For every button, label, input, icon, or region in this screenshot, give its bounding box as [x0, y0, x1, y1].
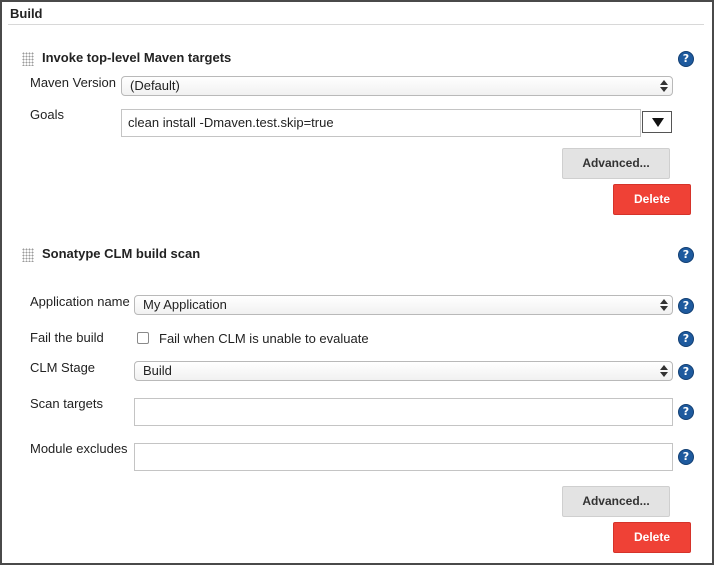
help-icon[interactable]: ?: [678, 404, 694, 420]
help-icon[interactable]: ?: [678, 298, 694, 314]
fail-build-checkbox[interactable]: [137, 332, 149, 344]
clm-advanced-button[interactable]: Advanced...: [562, 486, 670, 517]
application-name-select[interactable]: My Application: [134, 295, 673, 315]
section-title: Build: [10, 6, 43, 21]
maven-advanced-button[interactable]: Advanced...: [562, 148, 670, 179]
fail-build-checkbox-label[interactable]: Fail when CLM is unable to evaluate: [159, 331, 369, 346]
application-name-label: Application name: [30, 294, 130, 309]
clm-stage-value: Build: [143, 363, 172, 378]
select-arrows-icon: [660, 298, 668, 312]
maven-delete-button[interactable]: Delete: [613, 184, 691, 215]
clm-stage-label: CLM Stage: [30, 360, 96, 375]
application-name-value: My Application: [143, 297, 227, 312]
triangle-down-icon: [652, 118, 664, 127]
section-divider: [8, 24, 704, 25]
goals-input[interactable]: clean install -Dmaven.test.skip=true: [121, 109, 641, 137]
help-icon[interactable]: ?: [678, 364, 694, 380]
clm-step-title: Sonatype CLM build scan: [42, 246, 201, 261]
module-excludes-input[interactable]: [134, 443, 673, 471]
help-icon[interactable]: ?: [678, 449, 694, 465]
scan-targets-input[interactable]: [134, 398, 673, 426]
scan-targets-label: Scan targets: [30, 396, 103, 411]
maven-version-label: Maven Version: [30, 75, 116, 90]
maven-version-select[interactable]: (Default): [121, 76, 673, 96]
select-arrows-icon: [660, 79, 668, 93]
help-icon[interactable]: ?: [678, 247, 694, 263]
maven-step-title: Invoke top-level Maven targets: [42, 50, 232, 65]
module-excludes-label: Module excludes: [30, 441, 128, 456]
drag-handle-icon[interactable]: [22, 248, 34, 262]
clm-stage-select[interactable]: Build: [134, 361, 673, 381]
clm-delete-button[interactable]: Delete: [613, 522, 691, 553]
drag-handle-icon[interactable]: [22, 52, 34, 66]
maven-version-value: (Default): [130, 78, 180, 93]
goals-label: Goals: [30, 107, 64, 122]
help-icon[interactable]: ?: [678, 51, 694, 67]
select-arrows-icon: [660, 364, 668, 378]
help-icon[interactable]: ?: [678, 331, 694, 347]
goals-expand-button[interactable]: [642, 111, 672, 133]
fail-build-label: Fail the build: [30, 330, 104, 345]
build-panel: Build Invoke top-level Maven targets ? M…: [0, 0, 714, 565]
